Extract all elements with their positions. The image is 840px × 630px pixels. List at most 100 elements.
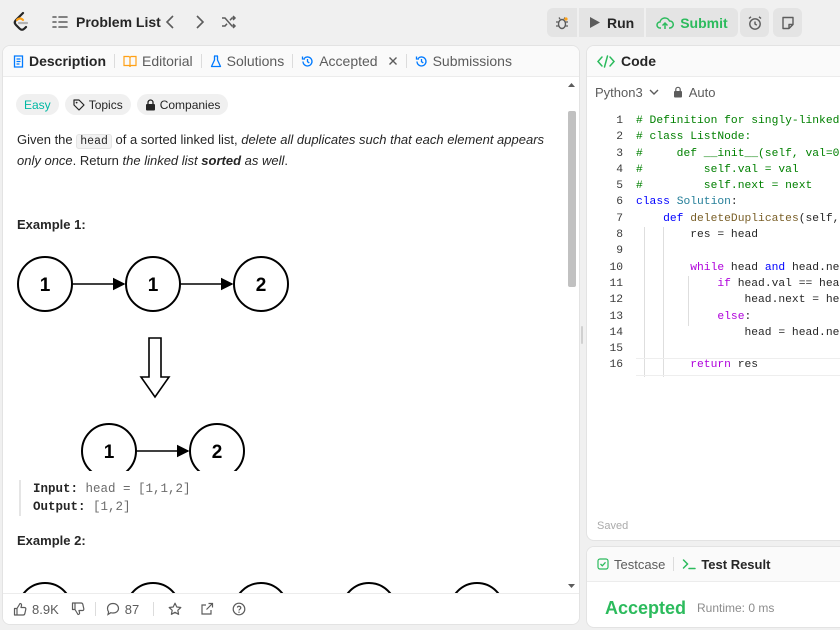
tab-editorial[interactable]: Editorial [115, 46, 201, 76]
run-button[interactable]: Run [579, 8, 645, 37]
submit-label: Submit [680, 14, 728, 31]
tab-solutions[interactable]: Solutions [202, 46, 293, 76]
description-content: Easy Topics Companies Given the head of … [3, 77, 565, 593]
code-line[interactable]: 13 else: [587, 309, 840, 325]
tab-code[interactable]: Code [587, 46, 840, 77]
share-button[interactable] [200, 602, 214, 616]
code-line[interactable]: 12 head.next = head.next.next [587, 292, 840, 308]
runtime-text: Runtime: 0 ms [697, 601, 775, 615]
result-tabs: Testcase Test Result [587, 547, 840, 582]
difficulty-badge[interactable]: Easy [16, 94, 59, 115]
scrollbar-thumb[interactable] [568, 111, 576, 287]
code-line[interactable]: 14 head = head.next [587, 325, 840, 341]
star-icon [168, 602, 182, 615]
leetcode-logo-icon[interactable] [12, 11, 30, 33]
code-line[interactable]: 15 [587, 341, 840, 357]
tab-accepted[interactable]: Accepted [293, 46, 405, 76]
output-line: Output: [1,2] [33, 498, 191, 516]
book-icon [123, 55, 137, 67]
code-line[interactable]: 9 [587, 243, 840, 259]
companies-tag[interactable]: Companies [136, 94, 229, 115]
code-token: head = head.next [636, 326, 840, 339]
like-count: 8.9K [32, 601, 59, 617]
code-token: Solution [676, 196, 731, 209]
line-number: 10 [609, 261, 623, 274]
code-line[interactable]: 4 # self.val = val [587, 162, 840, 178]
statement-text: . Return [72, 153, 123, 168]
code-line[interactable]: 16 return res [587, 357, 840, 373]
example-1-io: Input: head = [1,1,2] Output: [1,2] [19, 480, 191, 516]
favorite-button[interactable] [168, 602, 182, 616]
code-line[interactable]: 5 # self.next = next [587, 178, 840, 194]
next-problem-button[interactable] [192, 12, 208, 32]
help-button[interactable] [232, 602, 246, 616]
code-line[interactable]: 3 # def __init__(self, val=0, next=None): [587, 146, 840, 162]
like-button[interactable]: 8.9K [13, 602, 59, 617]
tab-description[interactable]: Description [3, 46, 114, 76]
description-footer: 8.9K 87 [3, 593, 579, 624]
description-tabs: Description Editorial Solutions Accepted… [3, 46, 579, 77]
scroll-up-icon[interactable] [566, 80, 577, 90]
result-panel: Testcase Test Result Accepted Runtime: 0… [586, 546, 840, 628]
statement-text: . [284, 153, 288, 168]
code-token: head [730, 261, 765, 274]
code-line[interactable]: 8 res = head [587, 227, 840, 243]
line-number: 16 [609, 359, 623, 372]
problem-list-link[interactable]: Problem List [52, 12, 161, 32]
tab-description-label: Description [29, 53, 107, 69]
line-number: 15 [609, 343, 623, 356]
example-2-title: Example 2: [17, 533, 86, 548]
tab-testcase[interactable]: Testcase [587, 549, 673, 579]
comments-button[interactable]: 87 [106, 602, 139, 617]
code-token: res [737, 359, 759, 372]
code-token: # class ListNode: [636, 131, 752, 144]
code-token: deleteDuplicates [690, 212, 799, 225]
code-line[interactable]: 11 if head.val == head.next.val: [587, 276, 840, 292]
code-text: # self.val = val [636, 162, 799, 178]
output-label: Output: [33, 500, 86, 514]
code-line[interactable]: 1 # Definition for singly-linked list. [587, 113, 840, 129]
node-value: 2 [256, 275, 267, 296]
node-value: 1 [148, 275, 159, 296]
code-line[interactable]: 7 def deleteDuplicates(self, head): [587, 211, 840, 227]
code-text: return res [636, 357, 758, 373]
scroll-down-icon[interactable] [566, 581, 577, 591]
code-token: while [690, 261, 731, 274]
code-token: class [636, 196, 677, 209]
code-line[interactable]: 2 # class ListNode: [587, 129, 840, 145]
close-icon[interactable] [388, 56, 398, 66]
node-value: 1 [40, 275, 51, 296]
debug-button[interactable] [547, 8, 577, 37]
prev-problem-button[interactable] [162, 12, 178, 32]
panel-resize-handle[interactable] [581, 326, 583, 344]
code-token: # self.val = val [636, 163, 799, 176]
line-number: 5 [616, 180, 623, 193]
editor-toolbar: Python3 Auto [595, 82, 715, 102]
submit-button[interactable]: Submit [646, 8, 738, 37]
language-select[interactable]: Python3 [595, 85, 659, 100]
code-editor[interactable]: 1 # Definition for singly-linked list. 2 # … [587, 113, 840, 377]
cloud-upload-icon [656, 16, 675, 29]
code-text: class Solution: [636, 194, 738, 210]
notes-button[interactable] [773, 8, 802, 37]
code-text: head = head.next [636, 325, 840, 341]
statement-text: Given the [17, 132, 77, 147]
code-text: # Definition for singly-linked list. [636, 113, 840, 129]
chevron-left-icon [165, 15, 174, 29]
dislike-button[interactable] [71, 602, 85, 616]
code-line[interactable]: 10 while head and head.next: [587, 260, 840, 276]
tab-test-result[interactable]: Test Result [674, 549, 778, 579]
code-text: while head and head.next: [636, 260, 840, 276]
list-node [238, 582, 284, 593]
tab-submissions[interactable]: Submissions [407, 46, 520, 76]
code-line[interactable]: 6 class Solution: [587, 194, 840, 210]
topics-tag[interactable]: Topics [64, 94, 131, 115]
statement-emphasis: the linked list [122, 153, 202, 168]
auto-mode-toggle[interactable]: Auto [673, 85, 715, 100]
line-number: 7 [616, 212, 623, 225]
description-scrollbar[interactable] [566, 77, 577, 593]
random-problem-button[interactable] [220, 12, 238, 32]
timer-button[interactable] [740, 8, 769, 37]
